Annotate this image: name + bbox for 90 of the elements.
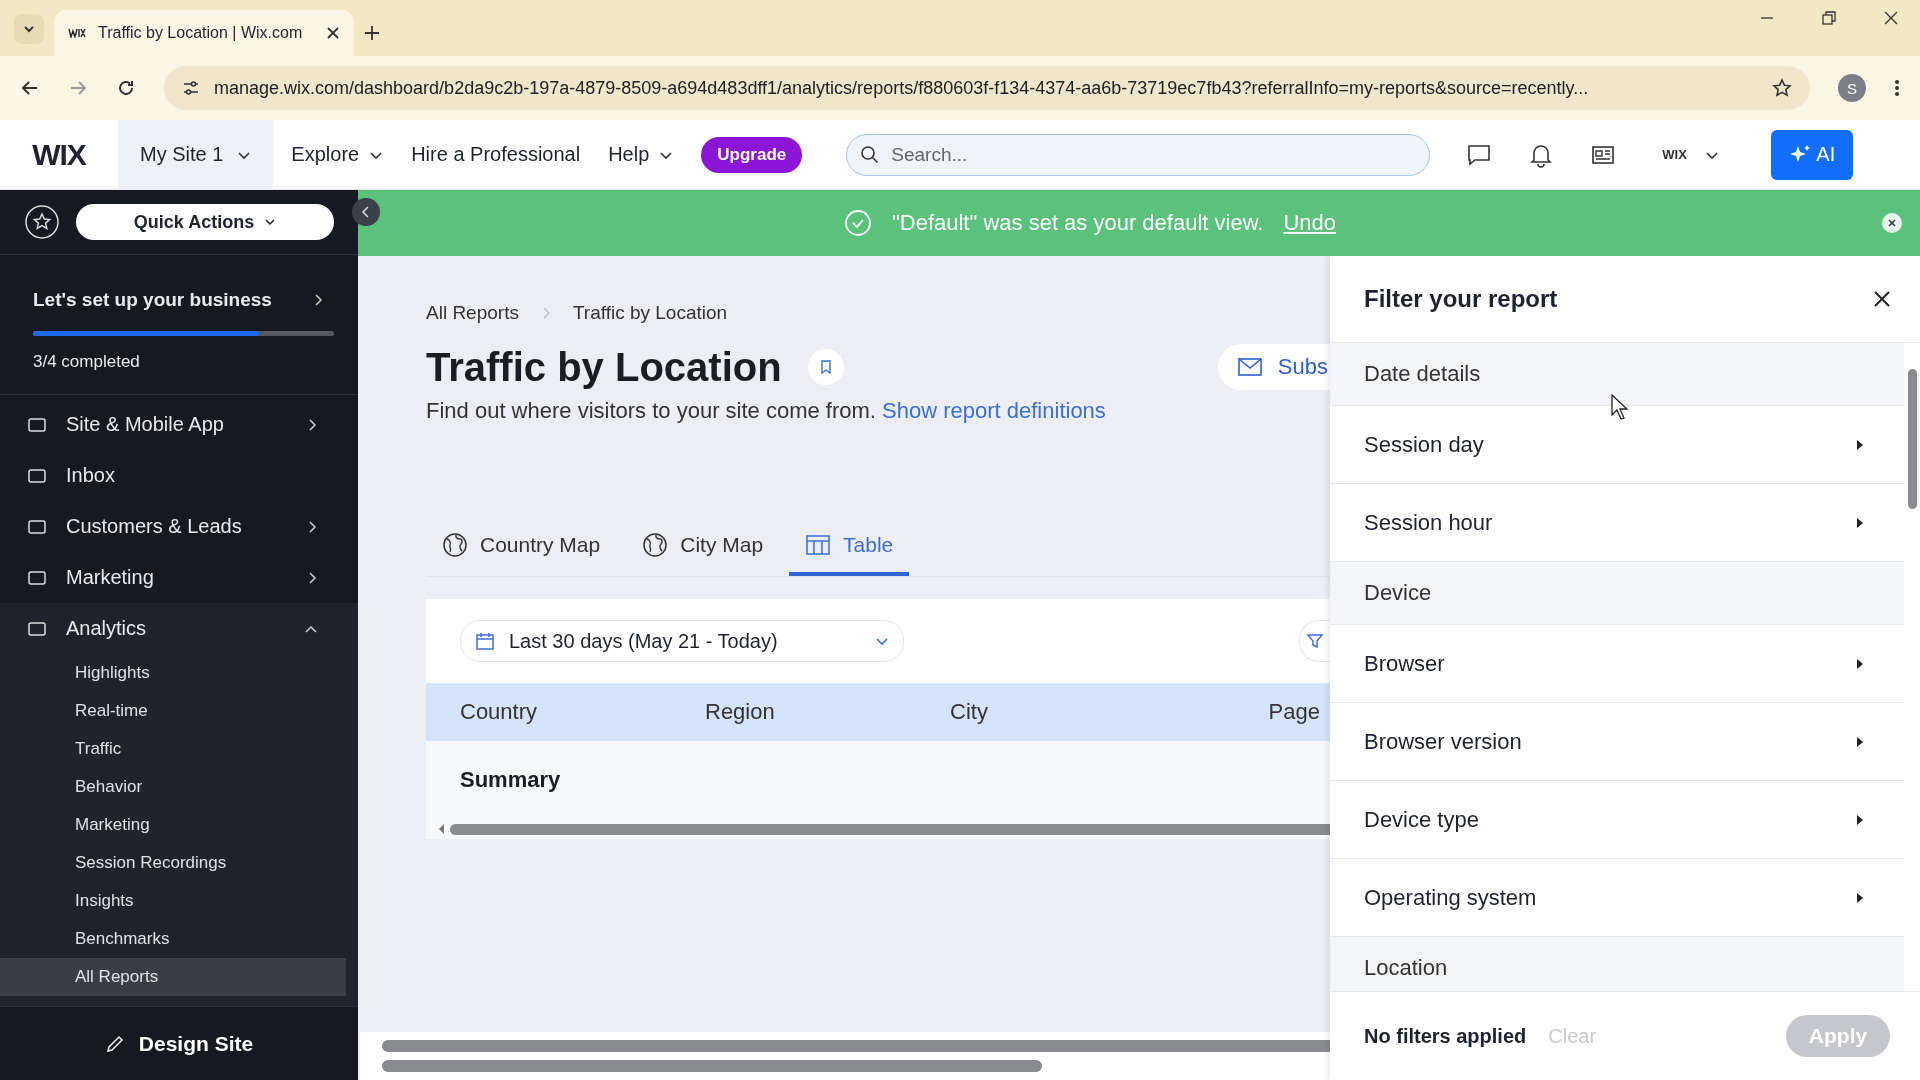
- filter-option[interactable]: Browser: [1330, 625, 1904, 703]
- progress-text: 3/4 completed: [33, 352, 141, 373]
- chevron-right-icon: [306, 417, 318, 432]
- reload-icon[interactable]: [116, 78, 136, 98]
- calendar-icon: [475, 631, 495, 651]
- close-icon[interactable]: [326, 26, 340, 40]
- top-menu-item[interactable]: Help: [598, 143, 684, 166]
- breadcrumb-current: Traffic by Location: [572, 302, 728, 324]
- upgrade-button[interactable]: Upgrade: [701, 136, 803, 173]
- filter-icon: [1306, 632, 1324, 650]
- scrollbar[interactable]: [382, 1040, 1330, 1052]
- close-icon[interactable]: [1872, 289, 1892, 309]
- nav-subitem[interactable]: Marketing: [0, 806, 346, 845]
- filter-section-header: Location: [1330, 937, 1904, 991]
- table-icon: [805, 533, 832, 557]
- definitions-link[interactable]: Show report definitions: [882, 398, 1106, 423]
- account-menu[interactable]: WIX: [1656, 146, 1725, 163]
- top-menu-item[interactable]: Explore: [281, 143, 394, 166]
- nav-item[interactable]: Marketing: [0, 552, 358, 604]
- triangle-right-icon: [1856, 438, 1864, 451]
- column-header[interactable]: Country: [426, 699, 671, 725]
- collapse-icon[interactable]: [352, 198, 380, 226]
- address-field[interactable]: manage.wix.com/dashboard/b2da9c2b-197a-4879-8509-a694d483dff1/analytics/reports/f880603f-f134-4374-aa6b-73719ec7fb43?referralInfo=my-reports&source=recently...: [164, 66, 1810, 110]
- top-menu-item[interactable]: Hire a Professional: [401, 143, 591, 166]
- triangle-right-icon: [1856, 735, 1864, 748]
- nav-subitem[interactable]: Real-time: [0, 692, 346, 731]
- bookmark-button[interactable]: [807, 349, 844, 385]
- mail-icon: [1237, 358, 1262, 376]
- nav-item[interactable]: Inbox: [0, 450, 358, 502]
- new-tab-icon[interactable]: [364, 25, 380, 41]
- check-circle-icon: [843, 209, 872, 237]
- filter-section-header: Date details: [1330, 343, 1904, 406]
- nav-subitem[interactable]: Session Recordings: [0, 844, 346, 883]
- site-settings-icon[interactable]: [182, 79, 200, 97]
- triangle-right-icon: [1856, 657, 1864, 670]
- column-header[interactable]: Page: [1234, 699, 1330, 725]
- quick-actions-button[interactable]: Quick Actions: [76, 204, 334, 241]
- nav-item[interactable]: Site & Mobile App: [0, 399, 358, 451]
- triangle-right-icon: [1856, 813, 1864, 826]
- panel-title: Filter your report: [1364, 285, 1558, 313]
- table-cell-text: Summary: [459, 767, 561, 793]
- close-icon[interactable]: [1882, 213, 1902, 233]
- globe-icon: [442, 532, 468, 558]
- star-icon[interactable]: [1772, 78, 1792, 98]
- page-description: Find out where visitors to your site come from. Show report definitions: [426, 398, 1107, 424]
- triangle-right-icon: [1856, 891, 1864, 904]
- nav-subitem[interactable]: Benchmarks: [0, 920, 346, 959]
- column-header[interactable]: Region: [671, 699, 916, 725]
- close-icon[interactable]: [1884, 11, 1898, 25]
- filter-section-header: Device: [1330, 562, 1904, 625]
- nav-subitem[interactable]: All Reports: [0, 958, 346, 997]
- view-tab[interactable]: Table: [789, 518, 910, 576]
- profile-avatar[interactable]: S: [1838, 74, 1866, 102]
- triangle-right-icon: [1856, 516, 1864, 529]
- filter-option[interactable]: Device type: [1330, 781, 1904, 859]
- tab-list-icon[interactable]: [14, 14, 44, 44]
- filter-status: No filters applied: [1364, 1024, 1527, 1048]
- more-icon[interactable]: [1894, 78, 1900, 98]
- banner-message: "Default" was set as your default view.: [891, 210, 1264, 236]
- search-field[interactable]: Search...: [846, 133, 1431, 176]
- nav-subitem[interactable]: Traffic: [0, 730, 346, 769]
- pencil-icon: [104, 1033, 125, 1054]
- bookmark-icon: [819, 360, 832, 374]
- subscribe-button[interactable]: Subs: [1217, 344, 1330, 390]
- wix-logo[interactable]: WIX: [0, 137, 118, 172]
- setup-title[interactable]: Let's set up your business: [33, 289, 272, 312]
- browser-tab[interactable]: Traffic by Location | Wix.com: [54, 10, 354, 56]
- chevron-right-icon: [306, 570, 318, 585]
- search-icon: [860, 144, 881, 165]
- view-tab[interactable]: City Map: [626, 518, 780, 576]
- nav-item[interactable]: Analytics: [0, 603, 358, 655]
- globe-icon: [642, 532, 669, 558]
- cursor-icon: [1610, 393, 1630, 421]
- nav-subitem[interactable]: Behavior: [0, 768, 346, 807]
- chevron-right-icon: [306, 519, 318, 534]
- nav-subitem[interactable]: Insights: [0, 882, 346, 921]
- chevron-right-icon[interactable]: [312, 293, 324, 308]
- page-title: Traffic by Location: [426, 344, 782, 390]
- view-tab[interactable]: Country Map: [426, 518, 617, 576]
- scrollbar[interactable]: [426, 819, 1330, 839]
- nav-item[interactable]: Customers & Leads: [0, 501, 358, 553]
- restore-icon[interactable]: [1822, 11, 1836, 25]
- site-selector[interactable]: My Site 1: [118, 119, 274, 190]
- column-header[interactable]: City: [916, 699, 1161, 725]
- favicon-icon: [68, 28, 86, 38]
- ai-button[interactable]: AI: [1770, 129, 1853, 180]
- nav-subitem[interactable]: Highlights: [0, 654, 346, 693]
- date-range-dropdown[interactable]: Last 30 days (May 21 - Today): [460, 620, 904, 662]
- breadcrumb-link[interactable]: All Reports: [426, 302, 519, 324]
- filter-option[interactable]: Browser version: [1330, 703, 1904, 781]
